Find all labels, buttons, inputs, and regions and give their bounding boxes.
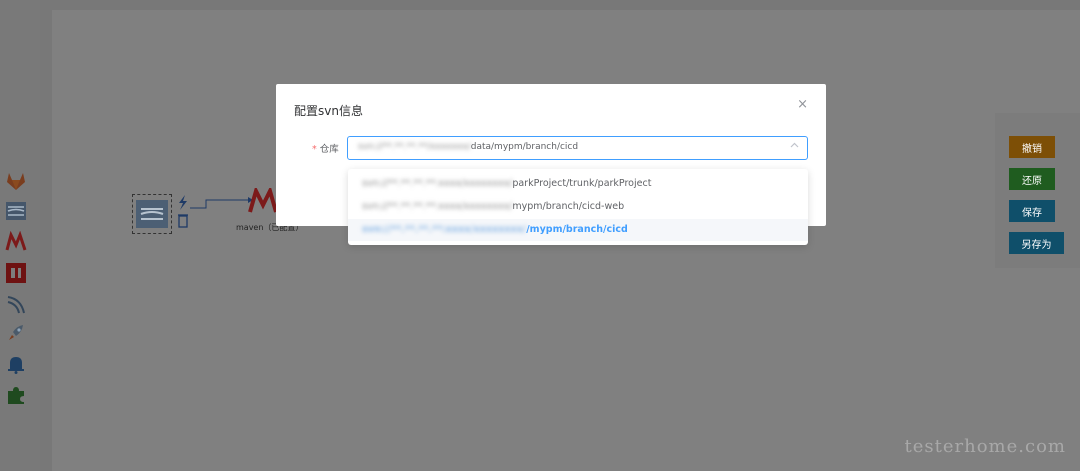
- repository-label: * 仓库: [312, 141, 339, 155]
- dialog-title: 配置svn信息: [294, 104, 363, 118]
- npm-icon[interactable]: [5, 262, 27, 284]
- notification-bell-icon[interactable]: [5, 353, 27, 375]
- save-button[interactable]: 保存: [1009, 200, 1055, 222]
- watermark: testerhome.com: [904, 436, 1066, 457]
- repository-label-text: 仓库: [319, 144, 339, 155]
- redacted-url: svn://**.**.**.**:xxxx/xxxxxxxx/: [362, 201, 513, 212]
- delete-trash-icon[interactable]: [178, 215, 188, 228]
- required-mark: *: [312, 144, 317, 155]
- curl-icon[interactable]: [5, 293, 27, 315]
- node-tools: [176, 194, 190, 230]
- maven-node-icon[interactable]: [248, 185, 278, 214]
- repository-select[interactable]: svn://**.**.**.**/xxxxxxx/data/mypm/bran…: [347, 136, 808, 160]
- save-as-button[interactable]: 另存为: [1009, 232, 1064, 254]
- redacted-url: svn://**.**.**.**:xxxx/xxxxxxxx/: [362, 178, 513, 189]
- dropdown-option[interactable]: svn://**.**.**.**:xxxx/xxxxxxxx/mypm/bra…: [348, 196, 808, 218]
- dropdown-option-selected[interactable]: svn://**.**.**.**:xxxx/xxxxxxxx//mypm/br…: [348, 219, 808, 241]
- svn-node-icon: [136, 200, 168, 228]
- svn-node[interactable]: [132, 194, 172, 234]
- close-icon[interactable]: ×: [797, 98, 808, 112]
- link-bolt-icon[interactable]: [179, 195, 187, 210]
- chevron-up-icon[interactable]: [790, 141, 799, 153]
- repository-dropdown: svn://**.**.**.**:xxxx/xxxxxxxx/parkProj…: [348, 169, 808, 245]
- deploy-rocket-icon[interactable]: [5, 322, 27, 344]
- dropdown-option[interactable]: svn://**.**.**.**:xxxx/xxxxxxxx/parkProj…: [348, 173, 808, 195]
- redacted-url: svn://**.**.**.**:xxxx/xxxxxxxx/: [362, 224, 527, 235]
- undo-button[interactable]: 撤销: [1009, 136, 1055, 158]
- plugin-puzzle-icon[interactable]: [5, 384, 27, 406]
- repository-select-value: svn://**.**.**.**/xxxxxxx/data/mypm/bran…: [358, 142, 579, 152]
- restore-button[interactable]: 还原: [1009, 168, 1055, 190]
- redacted-url: svn://**.**.**.**/xxxxxxx/: [358, 142, 471, 152]
